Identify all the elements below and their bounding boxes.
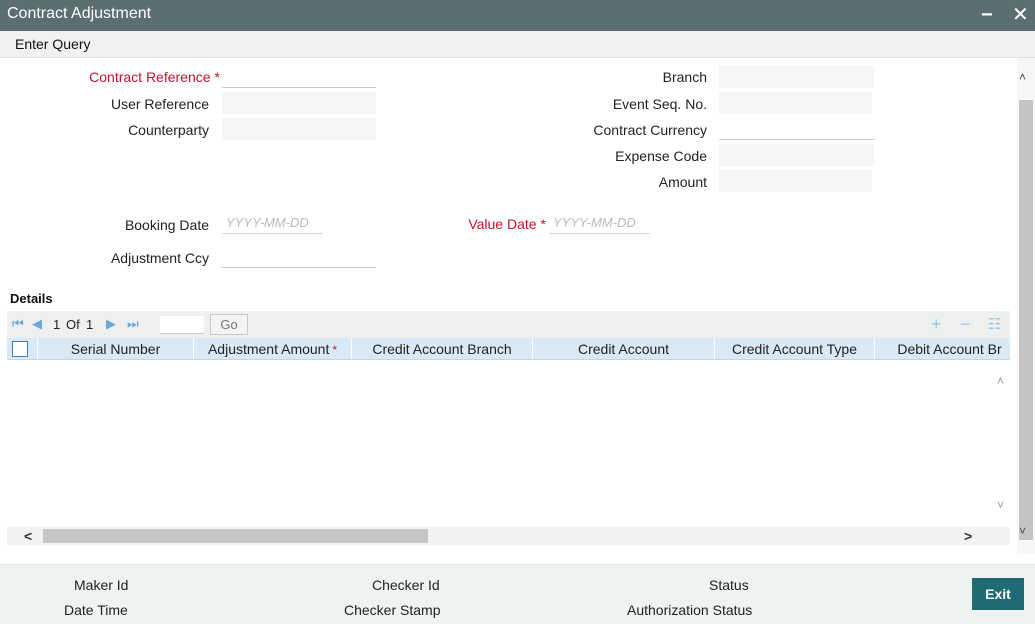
grid-body [7,360,995,527]
column-label: Credit Account Type [731,341,858,357]
user-reference-label: User Reference [110,96,209,112]
required-marker: * [214,69,220,85]
required-marker: * [540,216,546,232]
event-seq-no-input[interactable] [719,92,872,114]
list-view-icon[interactable]: ☷ [988,315,1001,333]
column-header[interactable]: Credit Account Type [714,338,874,359]
window-title: Contract Adjustment [7,5,152,22]
prev-page-icon[interactable]: ◀ [32,316,42,332]
user-reference-input[interactable] [222,92,376,114]
column-label: Credit Account [577,341,670,357]
column-label: Serial Number [70,341,161,357]
scroll-down-icon[interactable]: ˅ [1019,524,1026,538]
contract-reference-label: Contract Reference * [89,69,220,85]
enter-query-menu-item[interactable]: Enter Query [15,36,90,52]
add-row-icon[interactable]: + [931,314,942,335]
exit-button[interactable]: Exit [972,578,1024,610]
column-header[interactable]: Adjustment Amount * [193,338,351,359]
authorization-status-label: Authorization Status [627,602,753,618]
column-header[interactable]: Credit Account [532,338,714,359]
expense-code-input[interactable] [719,144,874,166]
scrollbar-thumb[interactable] [1019,100,1033,540]
scroll-left-icon[interactable]: < [24,528,32,544]
status-label: Status [709,577,749,593]
next-page-icon[interactable]: ▶ [106,316,116,332]
column-label: Debit Account Br [897,341,1002,357]
menu-bar: Enter Query [0,31,1035,58]
maker-id-label: Maker Id [74,577,129,593]
checker-id-label: Checker Id [372,577,440,593]
branch-input[interactable] [719,66,874,88]
required-marker: * [332,343,338,357]
column-label: Credit Account Branch [372,341,512,357]
value-date-input[interactable]: YYYY-MM-DD [549,212,650,234]
contract-reference-input[interactable] [222,66,376,88]
booking-date-label: Booking Date [124,217,209,233]
last-page-icon[interactable]: ⏭ [127,316,139,332]
adjustment-ccy-input[interactable] [222,246,376,268]
scroll-right-icon[interactable]: > [964,528,972,544]
expense-code-label: Expense Code [615,148,707,164]
grid-vertical-scrollbar[interactable]: ˄ ˅ [995,360,1010,527]
counterparty-input[interactable] [222,118,376,140]
value-date-label-text: Value Date [468,216,537,232]
amount-label: Amount [658,174,707,190]
column-header[interactable]: Serial Number [37,338,193,359]
window-titlebar: Contract Adjustment − ✕ [0,0,1035,31]
grid-horizontal-scrollbar[interactable]: < > [7,527,1010,545]
grid-header: Serial Number Adjustment Amount * Credit … [7,338,1010,360]
scroll-down-icon[interactable]: ˅ [997,498,1004,512]
delete-row-icon[interactable]: − [960,314,971,335]
grid-toolbar: ⏮ ◀ 1 Of 1 ▶ ⏭ Go + − ☷ [7,311,1010,338]
contract-reference-label-text: Contract Reference [89,69,211,85]
scroll-up-icon[interactable]: ˄ [997,374,1004,388]
counterparty-label: Counterparty [128,122,209,138]
column-header[interactable]: Credit Account Branch [351,338,532,359]
booking-date-input[interactable]: YYYY-MM-DD [222,212,323,234]
date-time-label: Date Time [64,602,128,618]
page-number-input[interactable] [160,316,204,334]
contract-currency-label: Contract Currency [593,122,707,138]
close-icon[interactable]: ✕ [1012,2,1029,28]
select-all-checkbox[interactable] [12,341,28,357]
current-page: 1 [53,317,61,332]
adjustment-ccy-label: Adjustment Ccy [110,250,209,266]
contract-currency-input[interactable] [719,118,874,140]
go-button[interactable]: Go [210,314,248,335]
event-seq-no-label: Event Seq. No. [612,96,707,112]
total-pages: 1 [86,317,94,332]
value-date-label: Value Date * [468,216,546,232]
checker-stamp-label: Checker Stamp [344,602,441,618]
amount-input[interactable] [719,170,872,192]
scrollbar-thumb[interactable] [43,529,428,543]
minimize-icon[interactable]: − [981,2,993,28]
details-section-title: Details [10,291,53,306]
scroll-up-icon[interactable]: ˄ [1019,70,1026,84]
first-page-icon[interactable]: ⏮ [12,316,24,332]
column-header[interactable]: Debit Account Br [874,338,1010,359]
page-of-label: Of [66,317,80,332]
branch-label: Branch [662,69,707,85]
audit-footer: Maker Id Date Time Checker Id Checker St… [0,564,1035,624]
main-vertical-scrollbar[interactable]: ˄ ˅ [1017,58,1035,554]
column-label: Adjustment Amount [207,341,330,357]
